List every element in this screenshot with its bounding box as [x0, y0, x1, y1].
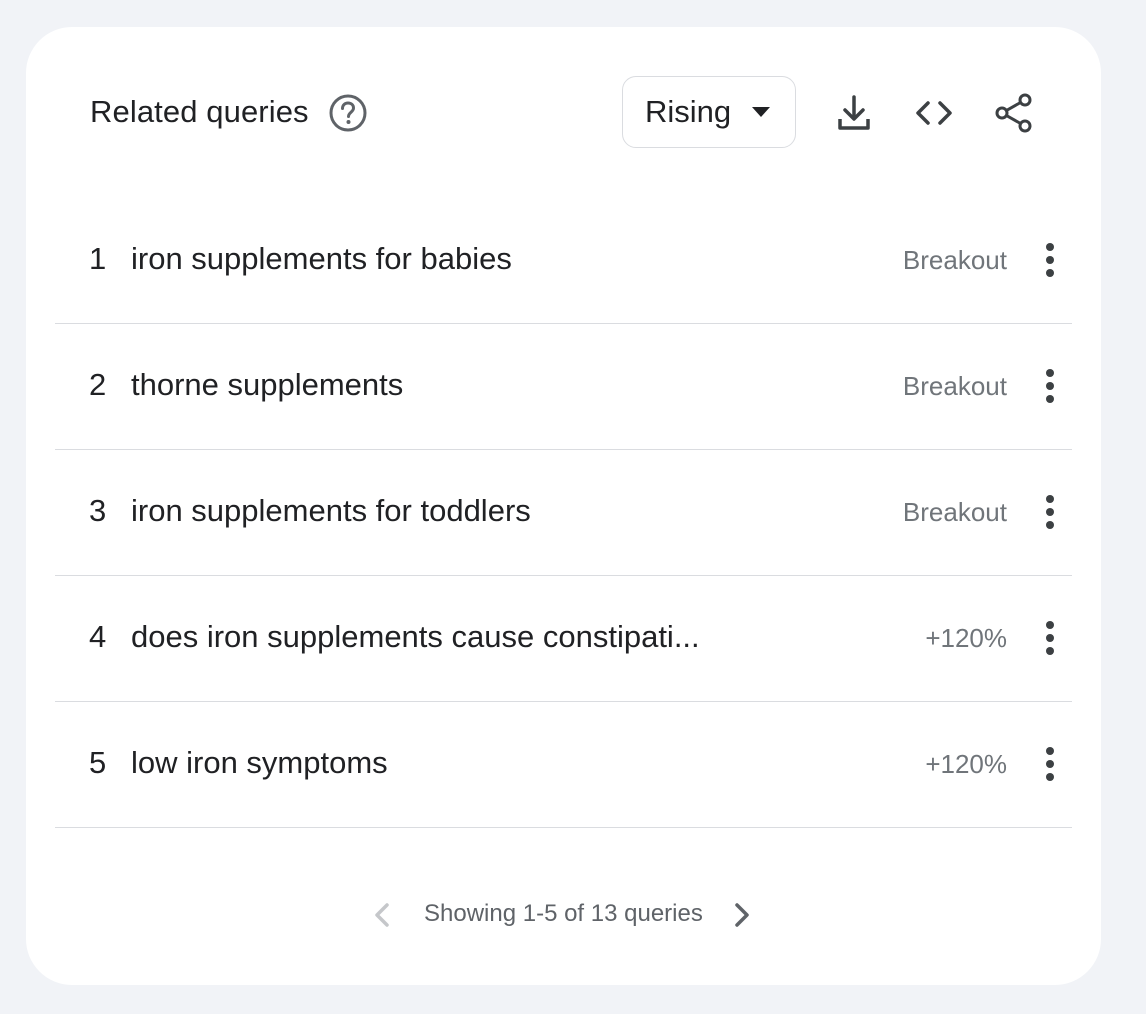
query-row: 2 thorne supplements Breakout [55, 324, 1072, 450]
query-row: 3 iron supplements for toddlers Breakout [55, 450, 1072, 576]
query-link[interactable]: thorne supplements [131, 366, 403, 404]
query-row: 5 low iron symptoms +120% [55, 702, 1072, 828]
query-value: +120% [925, 749, 1007, 779]
query-row: 4 does iron supplements cause constipati… [55, 576, 1072, 702]
query-value: Breakout [902, 245, 1007, 275]
more-vert-icon[interactable] [1033, 492, 1067, 532]
query-value: Breakout [902, 371, 1007, 401]
card-header: Related queries Rising [26, 27, 1101, 207]
pagination-status: Showing 1-5 of 13 queries [424, 900, 703, 927]
more-vert-icon[interactable] [1033, 744, 1067, 784]
query-row: 1 iron supplements for babies Breakout [55, 198, 1072, 324]
help-circle-icon[interactable] [328, 93, 368, 133]
download-icon[interactable] [832, 91, 876, 135]
more-vert-icon[interactable] [1033, 618, 1067, 658]
chevron-left-icon [375, 903, 389, 927]
query-link[interactable]: does iron supplements cause constipati..… [131, 618, 700, 656]
query-rank: 2 [89, 367, 107, 402]
code-embed-icon[interactable] [912, 91, 956, 135]
pagination: Showing 1-5 of 13 queries [26, 895, 1101, 935]
query-rank: 1 [89, 241, 107, 276]
query-link[interactable]: low iron symptoms [131, 744, 388, 782]
related-queries-card: Related queries Rising 1 iron supplement… [26, 27, 1101, 985]
query-rank: 5 [89, 745, 107, 780]
filter-dropdown[interactable]: Rising [622, 76, 796, 148]
card-title: Related queries [90, 94, 309, 129]
query-rank: 4 [89, 619, 107, 654]
query-list: 1 iron supplements for babies Breakout 2… [55, 198, 1072, 828]
more-vert-icon[interactable] [1033, 240, 1067, 280]
caret-down-icon [752, 107, 770, 117]
filter-dropdown-value: Rising [645, 94, 732, 129]
query-rank: 3 [89, 493, 107, 528]
share-icon[interactable] [992, 91, 1036, 135]
query-value: Breakout [902, 497, 1007, 527]
query-link[interactable]: iron supplements for toddlers [131, 492, 531, 530]
more-vert-icon[interactable] [1033, 366, 1067, 406]
chevron-right-icon[interactable] [730, 901, 754, 929]
query-link[interactable]: iron supplements for babies [131, 240, 512, 278]
query-value: +120% [925, 623, 1007, 653]
